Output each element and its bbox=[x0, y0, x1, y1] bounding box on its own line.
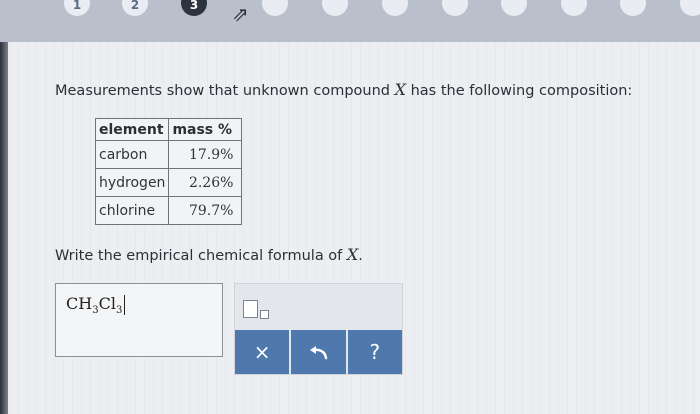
mass-cell: 79.7% bbox=[168, 196, 243, 225]
element-header: element bbox=[94, 118, 170, 141]
entered-formula: CH3Cl3 bbox=[66, 294, 126, 317]
element-cell: hydrogen bbox=[94, 168, 170, 197]
table-row: hydrogen 2.26% bbox=[94, 168, 243, 197]
left-edge bbox=[0, 42, 8, 414]
mass-header: mass % bbox=[168, 118, 243, 141]
base-box bbox=[243, 300, 258, 318]
table-header-row: element mass % bbox=[94, 118, 243, 141]
nav-step-5[interactable] bbox=[322, 0, 348, 16]
composition-table: element mass % carbon 17.9% hydrogen 2.2… bbox=[94, 118, 243, 225]
nav-step-2[interactable]: 2 bbox=[122, 0, 148, 16]
prompt-text-end: has the following composition: bbox=[410, 83, 633, 99]
composition-prompt: Measurements show that unknown compound … bbox=[55, 80, 632, 99]
pointer-cursor-icon: ⇗ bbox=[232, 2, 249, 26]
question-text: Write the empirical chemical formula of bbox=[55, 248, 343, 264]
subscript-template-icon[interactable] bbox=[243, 300, 273, 322]
nav-step-1[interactable]: 1 bbox=[64, 0, 90, 16]
subscript-box bbox=[260, 310, 269, 319]
table-row: chlorine 79.7% bbox=[94, 196, 243, 225]
formula-answer-input[interactable]: CH3Cl3 bbox=[55, 283, 223, 357]
clear-button[interactable]: × bbox=[235, 330, 292, 374]
nav-step-4[interactable] bbox=[262, 0, 288, 16]
prompt-text: Measurements show that unknown compound bbox=[55, 83, 390, 99]
mass-cell: 2.26% bbox=[168, 168, 243, 197]
text-cursor bbox=[124, 294, 126, 315]
question-variable: X bbox=[346, 245, 359, 264]
compound-variable: X bbox=[394, 80, 406, 99]
nav-step-7[interactable] bbox=[442, 0, 468, 16]
undo-button[interactable] bbox=[291, 330, 348, 374]
progress-nav: 1 2 3 ⇗ bbox=[0, 0, 700, 42]
undo-arrow-icon bbox=[310, 346, 328, 360]
help-button[interactable]: ? bbox=[348, 330, 402, 374]
nav-step-8[interactable] bbox=[501, 0, 527, 16]
formula-symbol: CH bbox=[66, 294, 93, 313]
mass-cell: 17.9% bbox=[168, 140, 243, 169]
action-buttons: × ? bbox=[235, 330, 402, 374]
formula-subscript: 3 bbox=[115, 305, 123, 317]
nav-step-6[interactable] bbox=[382, 0, 408, 16]
nav-step-10[interactable] bbox=[620, 0, 646, 16]
formula-question: Write the empirical chemical formula of … bbox=[55, 245, 363, 264]
nav-step-11[interactable] bbox=[680, 0, 700, 16]
element-cell: carbon bbox=[94, 140, 170, 169]
table-row: carbon 17.9% bbox=[94, 140, 243, 169]
nav-step-3[interactable]: 3 bbox=[181, 0, 207, 16]
element-cell: chlorine bbox=[94, 196, 170, 225]
formula-symbol: Cl bbox=[98, 294, 116, 313]
math-toolbar: × ? bbox=[234, 283, 403, 375]
nav-step-9[interactable] bbox=[561, 0, 587, 16]
question-period: . bbox=[358, 248, 363, 264]
